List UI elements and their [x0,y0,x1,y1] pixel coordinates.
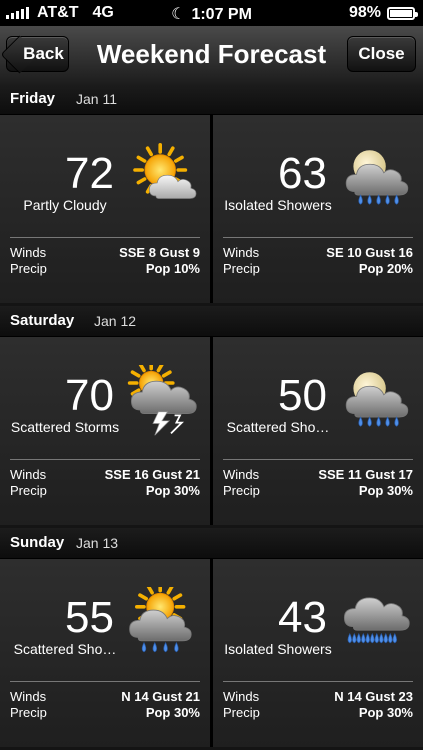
card-separator [210,337,213,525]
day-header-sunday: Sunday Jan 13 [0,528,423,559]
divider [10,237,200,238]
precip-label: Precip [223,261,260,276]
forecast-card-sunday-day[interactable]: 55 Scattered Sho… Winds N 14 Gust 21 Pre… [0,559,210,747]
precip-label: Precip [10,705,47,720]
temperature: 70 [65,371,114,420]
condition-label: Scattered Sho… [226,419,330,435]
temperature: 50 [278,371,327,420]
night-showers-icon [345,372,409,427]
time-label: 1:07 PM [191,6,252,23]
close-button[interactable]: Close [347,36,416,72]
precip-value: Pop 20% [358,261,413,276]
winds-label: Winds [10,467,47,482]
forecast-card-friday-night[interactable]: 63 Isolated Showers Winds SE 10 Gust 16 … [213,115,423,303]
forecast-card-sunday-night[interactable]: 43 Isolated Showers Winds N 14 Gust 23 P… [213,559,423,747]
forecast-card-friday-day[interactable]: 72 Partly Cloudy Winds SSE 8 Gust 9 Prec… [0,115,210,303]
condition-label: Scattered Sho… [13,641,117,657]
day-header-friday: Friday Jan 11 [0,84,423,115]
navigation-bar: Back Weekend Forecast Close [0,26,423,85]
winds-value: SSE 8 Gust 9 [119,245,200,260]
precip-value: Pop 30% [145,705,200,720]
divider [10,681,200,682]
day-name: Sunday [10,534,65,551]
winds-label: Winds [223,689,260,704]
winds-label: Winds [223,467,260,482]
condition-label: Isolated Showers [224,197,332,213]
day-date: Jan 12 [94,313,137,329]
winds-value: SSE 11 Gust 17 [318,467,413,482]
precip-label: Precip [223,483,260,498]
temperature: 72 [65,149,114,198]
status-bar: AT&T 4G ☾ 1:07 PM 98% [0,0,423,26]
winds-label: Winds [223,245,260,260]
night-showers-icon [345,150,409,205]
precip-value: Pop 30% [358,483,413,498]
forecast-card-saturday-day[interactable]: 70 Scattered Storms Winds SSE 16 Gust 21… [0,337,210,525]
divider [223,237,413,238]
thunderstorm-icon [127,365,197,436]
card-separator [210,115,213,303]
temperature: 55 [65,593,114,642]
winds-value: SE 10 Gust 16 [326,245,413,260]
battery-icon [387,6,418,20]
precip-value: Pop 30% [145,483,200,498]
partly-cloudy-icon [133,143,197,199]
divider [223,459,413,460]
heavy-rain-icon [343,597,410,644]
winds-value: N 14 Gust 23 [334,689,413,704]
precip-label: Precip [10,261,47,276]
temperature: 43 [278,593,327,642]
battery-percent: 98% [348,4,381,21]
precip-value: Pop 10% [145,261,200,276]
sun-showers-icon [129,587,192,653]
precip-label: Precip [10,483,47,498]
moon-icon: ☾ [171,6,186,23]
forecast-card-saturday-night[interactable]: 50 Scattered Sho… Winds SSE 11 Gust 17 P… [213,337,423,525]
day-header-saturday: Saturday Jan 12 [0,306,423,337]
condition-label: Partly Cloudy [23,197,107,213]
divider [223,681,413,682]
winds-label: Winds [10,689,47,704]
day-date: Jan 11 [76,91,117,107]
temperature: 63 [278,149,327,198]
precip-label: Precip [223,705,260,720]
status-right: 98% [348,4,418,22]
divider [10,459,200,460]
card-separator [210,559,213,747]
precip-value: Pop 30% [358,705,413,720]
day-name: Saturday [10,312,75,329]
condition-label: Isolated Showers [224,641,332,657]
winds-value: SSE 16 Gust 21 [104,467,200,482]
winds-value: N 14 Gust 21 [121,689,200,704]
condition-label: Scattered Storms [10,419,120,435]
day-date: Jan 13 [76,535,119,551]
day-name: Friday [10,90,56,107]
winds-label: Winds [10,245,47,260]
